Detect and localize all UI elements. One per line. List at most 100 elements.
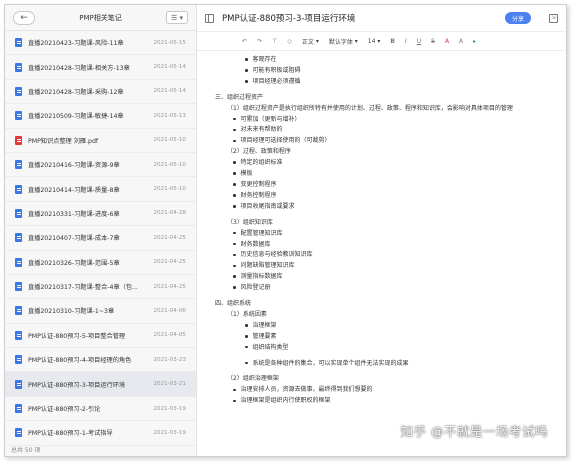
line-text: （2）组织治理框架 [227, 375, 279, 383]
note-item[interactable]: PMP知识点整理 刘雁.pdf 2021-05-10 [5, 129, 196, 153]
note-item[interactable]: 直播20210317-习题课-整合-4章（包... 2021-04-25 [5, 275, 196, 300]
list-menu-icon[interactable]: ☰ ▾ [166, 11, 188, 24]
bullet-dot-icon [233, 139, 236, 143]
bullet-item: 治理框架 [215, 321, 560, 332]
bullet-dot-icon [245, 80, 248, 83]
note-item[interactable]: PMP认证-880预习-4-项目经理的角色 2021-03-23 [5, 348, 196, 373]
document-body[interactable]: 客观存在 可能有积极或阻碍 项目经理必须遵循 三、组织过程资产 （1）组织过程资产是执行… [215, 55, 560, 456]
bullet-item: 变更控制程序 [215, 180, 560, 191]
clear-format-icon[interactable]: ◇ [287, 38, 292, 45]
note-date: 2021-05-10 [153, 137, 186, 144]
line-text: 四、组织系统 [215, 300, 252, 308]
font-select[interactable]: 默认字体 ▾ [329, 37, 358, 46]
note-date: 2021-04-25 [153, 283, 186, 290]
note-item[interactable]: PMP认证-880预习-2-引论 2021-03-19 [5, 397, 196, 422]
redo-icon[interactable]: ↷ [257, 38, 262, 45]
note-title: 直播20210509-习题课-敏捷-14章 [28, 113, 124, 121]
note-file-icon [15, 111, 22, 121]
paragraph: （2）过程、政策和程序 [215, 147, 560, 158]
bullet-dot-icon [233, 286, 236, 289]
note-item[interactable]: 直播20210326-习题课-范围-5章 2021-04-25 [5, 251, 196, 275]
bullet-item: 测量指标数据库 [215, 272, 560, 283]
line-text: 历史信息与经验教训知识库 [240, 251, 313, 259]
note-date: 2021-05-10 [153, 186, 186, 193]
bullet-item: 问题缺陷管理知识库 [215, 261, 560, 272]
note-file-icon [15, 184, 22, 194]
arrow-left-icon[interactable]: ← [13, 10, 35, 25]
document-title[interactable]: PMP认证-880预习-3-项目运行环境 [222, 12, 505, 24]
bullet-item: 财务控制程序 [215, 191, 560, 202]
undo-icon[interactable]: ↶ [242, 38, 247, 45]
notebook-title: PMP相关笔记 [79, 13, 122, 22]
line-text: 变更控制程序 [240, 180, 277, 188]
bold-icon[interactable]: B [390, 38, 395, 45]
bullet-dot-icon [233, 275, 236, 278]
line-text: 可能有积极或阻碍 [252, 66, 301, 74]
note-file-icon [15, 62, 22, 72]
note-title: 直播20210326-习题课-范围-5章 [28, 259, 120, 267]
note-title: PMP知识点整理 刘雁.pdf [28, 137, 99, 145]
paragraph-select[interactable]: 正文 ▾ [302, 37, 319, 46]
font-size-select[interactable]: 14 ▾ [368, 38, 381, 45]
line-text: 风险登记册 [240, 284, 271, 292]
bullet-dot-icon [233, 161, 236, 164]
line-text: 特定的组织标准 [240, 159, 283, 167]
note-item[interactable]: 直播20210428-习题课-相关方-13章 2021-05-14 [5, 55, 196, 80]
line-text: 系统是各种组件的集合，可以实现单个组件无法实现的成果 [252, 359, 409, 367]
bullet-dot-icon [233, 388, 236, 392]
note-item[interactable]: PMP认证-880预习-3-项目运行环境 2021-03-21 [5, 372, 196, 397]
note-date: 2021-04-05 [153, 332, 186, 339]
note-item[interactable]: 直播20210407-习题课-成本-7章 2021-04-25 [5, 226, 196, 251]
line-text: 项目收尾指南或要求 [240, 202, 295, 210]
note-item[interactable]: PMP认证-880预习-5-项目整合管理 2021-04-05 [5, 324, 196, 349]
note-item[interactable]: 直播20210423-习题课-风险-11章 2021-05-15 [5, 31, 196, 56]
paragraph: 三、组织过程资产 [215, 93, 560, 104]
note-item[interactable]: PMP认证-880预习-1-考试指导 2021-03-19 [5, 421, 196, 446]
line-text: 三、组织过程资产 [215, 93, 264, 101]
bullet-item: 系统是各种组件的集合，可以实现单个组件无法实现的成果 [215, 359, 560, 370]
format-paint-icon[interactable]: ⊤ [272, 38, 277, 45]
bullet-dot-icon [233, 264, 236, 268]
underline-icon[interactable]: U [417, 38, 421, 45]
note-file-icon [15, 379, 22, 389]
note-date: 2021-05-14 [153, 64, 186, 71]
notes-count: 总共 50 项 [11, 447, 41, 454]
export-icon[interactable]: ⇲ [549, 13, 558, 23]
note-item[interactable]: 直播20210416-习题课-资源-9章 2021-05-10 [5, 153, 196, 178]
note-title: PMP认证-880预习-5-项目整合管理 [28, 332, 126, 340]
note-item[interactable]: 直播20210414-习题课-质量-8章 2021-05-10 [5, 177, 196, 202]
more-icon[interactable]: ▸ [473, 38, 476, 45]
bullet-item: 组织结构类型 [215, 343, 560, 354]
note-file-icon [15, 233, 22, 243]
note-file-icon [15, 404, 22, 414]
note-item[interactable]: 直播20210428-习题课-采购-12章 2021-05-14 [5, 80, 196, 105]
line-text: 治理安排人员，资源去做事，最终得到我们想要的 [240, 386, 373, 394]
note-date: 2021-04-06 [153, 307, 186, 314]
paragraph: （1）系统因素 [215, 310, 560, 321]
note-date: 2021-04-28 [153, 210, 186, 217]
note-item[interactable]: 直播20210331-习题课-进度-6章 2021-04-28 [5, 202, 196, 227]
sidebar-toggle-icon[interactable] [205, 13, 214, 23]
note-file-icon [15, 38, 22, 48]
editor-header: PMP认证-880预习-3-项目运行环境 分享 ⇲ [197, 5, 566, 31]
note-item[interactable]: 直播20210509-习题课-敏捷-14章 2021-05-13 [5, 104, 196, 129]
note-file-icon [15, 306, 22, 316]
share-button[interactable]: 分享 [505, 12, 531, 24]
font-color-icon[interactable]: A [445, 38, 449, 45]
line-text: （2）过程、政策和程序 [227, 148, 291, 156]
note-date: 2021-05-15 [153, 39, 186, 46]
highlight-icon[interactable]: A [459, 38, 463, 45]
paragraph-select-value: 正文 [301, 38, 314, 46]
bullet-item: 对未来有帮助的 [215, 125, 560, 136]
bullet-item: 特定的组织标准 [215, 158, 560, 169]
strikethrough-icon[interactable]: S [431, 38, 435, 45]
note-title: 直播20210414-习题课-质量-8章 [28, 186, 120, 194]
bullet-item: 模板 [215, 169, 560, 180]
line-text: 财务控制程序 [240, 191, 277, 199]
note-item[interactable]: 直播20210310-习题课-1~3章 2021-04-06 [5, 299, 196, 324]
italic-icon[interactable]: I [405, 38, 407, 45]
bullet-item: 项目收尾指南或要求 [215, 202, 560, 213]
line-text: 测量指标数据库 [240, 273, 283, 281]
bullet-item: 配置管理知识库 [215, 229, 560, 240]
bullet-item: 管理要素 [215, 332, 560, 343]
